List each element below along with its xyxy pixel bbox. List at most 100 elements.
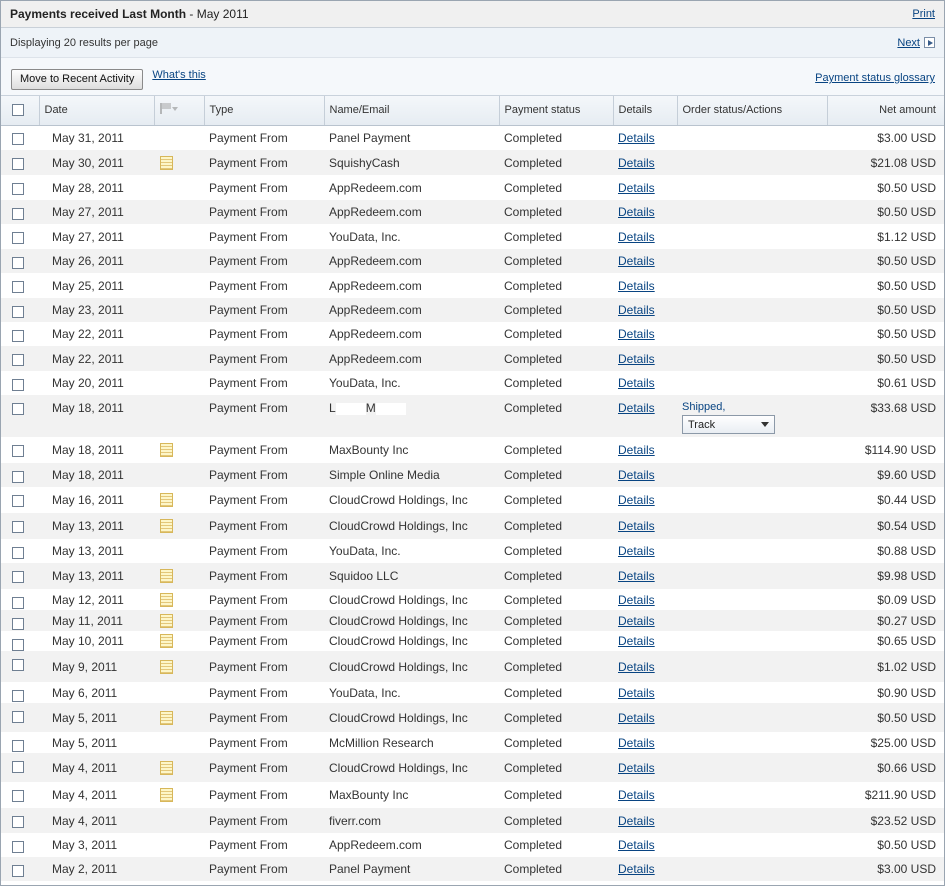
column-header-status[interactable]: Payment status xyxy=(499,96,614,126)
note-icon[interactable] xyxy=(160,519,173,534)
column-header-type[interactable]: Type xyxy=(204,96,325,126)
note-icon[interactable] xyxy=(160,760,173,775)
row-checkbox[interactable] xyxy=(12,840,24,853)
row-checkbox[interactable] xyxy=(12,739,24,752)
row-date: May 27, 2011 xyxy=(52,229,124,244)
note-icon[interactable] xyxy=(160,493,173,508)
row-note xyxy=(154,651,204,682)
row-amount: $33.68 USD xyxy=(870,401,936,415)
column-header-date[interactable]: Date xyxy=(39,96,155,126)
track-dropdown[interactable]: Track xyxy=(682,415,775,434)
row-status: Completed xyxy=(504,710,563,725)
details-link[interactable]: Details xyxy=(618,569,655,583)
row-amount: $3.00 USD xyxy=(877,130,936,145)
details-link[interactable]: Details xyxy=(618,519,655,533)
row-select xyxy=(1,487,39,513)
row-checkbox[interactable] xyxy=(12,133,24,146)
details-link[interactable]: Details xyxy=(618,443,655,457)
details-link[interactable]: Details xyxy=(618,205,655,219)
details-link[interactable]: Details xyxy=(618,838,655,852)
row-note xyxy=(154,589,204,610)
details-link[interactable]: Details xyxy=(618,230,655,244)
row-checkbox[interactable] xyxy=(12,470,24,483)
row-checkbox[interactable] xyxy=(12,231,24,244)
row-checkbox[interactable] xyxy=(12,329,24,342)
details-link[interactable]: Details xyxy=(618,814,655,828)
note-icon[interactable] xyxy=(160,613,173,628)
row-checkbox[interactable] xyxy=(12,689,24,702)
note-icon[interactable] xyxy=(160,659,173,674)
next-link[interactable]: Next xyxy=(897,37,920,49)
row-checkbox[interactable] xyxy=(12,305,24,318)
details-link[interactable]: Details xyxy=(618,711,655,725)
row-name: YouData, Inc. xyxy=(329,229,401,244)
row-checkbox[interactable] xyxy=(12,280,24,293)
payment-status-glossary-link[interactable]: Payment status glossary xyxy=(815,72,935,84)
flag-icon[interactable] xyxy=(159,103,178,115)
details-link[interactable]: Details xyxy=(618,376,655,390)
details-link[interactable]: Details xyxy=(618,254,655,268)
row-checkbox[interactable] xyxy=(12,710,24,723)
row-checkbox[interactable] xyxy=(12,760,24,773)
row-checkbox[interactable] xyxy=(12,157,24,170)
row-type: Payment From xyxy=(209,838,288,852)
note-icon[interactable] xyxy=(160,443,173,458)
row-checkbox[interactable] xyxy=(12,402,24,415)
next-arrow-icon[interactable] xyxy=(924,37,935,48)
details-link[interactable]: Details xyxy=(618,493,655,507)
details-link[interactable]: Details xyxy=(618,593,655,607)
details-link[interactable]: Details xyxy=(618,468,655,482)
move-to-recent-activity-button[interactable]: Move to Recent Activity xyxy=(11,68,144,90)
whats-this-link[interactable]: What's this xyxy=(152,69,205,81)
row-checkbox[interactable] xyxy=(12,789,24,802)
row-checkbox[interactable] xyxy=(12,864,24,877)
note-icon[interactable] xyxy=(160,788,173,803)
row-checkbox[interactable] xyxy=(12,256,24,269)
details-link[interactable]: Details xyxy=(618,352,655,366)
select-all-checkbox[interactable] xyxy=(12,104,24,117)
details-link[interactable]: Details xyxy=(618,614,655,628)
next-page-control[interactable]: Next xyxy=(897,37,935,49)
row-checkbox[interactable] xyxy=(12,494,24,507)
details-link[interactable]: Details xyxy=(618,634,655,648)
row-checkbox[interactable] xyxy=(12,570,24,583)
details-link[interactable]: Details xyxy=(618,736,655,750)
details-link[interactable]: Details xyxy=(618,660,655,674)
print-link[interactable]: Print xyxy=(912,8,935,20)
details-link[interactable]: Details xyxy=(618,788,655,802)
details-link[interactable]: Details xyxy=(618,327,655,341)
row-checkbox[interactable] xyxy=(12,520,24,533)
column-header-flag[interactable] xyxy=(154,96,205,126)
row-order-actions xyxy=(677,437,827,463)
details-link[interactable]: Details xyxy=(618,686,655,700)
row-checkbox[interactable] xyxy=(12,182,24,195)
column-header-amount[interactable]: Net amount xyxy=(827,96,944,126)
row-select xyxy=(1,857,39,881)
details-link[interactable]: Details xyxy=(618,401,655,415)
details-link[interactable]: Details xyxy=(618,156,655,170)
column-header-name[interactable]: Name/Email xyxy=(324,96,500,126)
note-icon[interactable] xyxy=(160,710,173,725)
row-checkbox[interactable] xyxy=(12,378,24,391)
row-checkbox[interactable] xyxy=(12,546,24,559)
row-checkbox[interactable] xyxy=(12,638,24,651)
row-checkbox[interactable] xyxy=(12,353,24,366)
row-status: Completed xyxy=(504,493,563,507)
note-icon[interactable] xyxy=(160,569,173,584)
row-checkbox[interactable] xyxy=(12,815,24,828)
details-link[interactable]: Details xyxy=(618,279,655,293)
details-link[interactable]: Details xyxy=(618,544,655,558)
row-checkbox[interactable] xyxy=(12,444,24,457)
details-link[interactable]: Details xyxy=(618,181,655,195)
note-icon[interactable] xyxy=(160,155,173,170)
note-icon[interactable] xyxy=(160,634,173,649)
details-link[interactable]: Details xyxy=(618,862,655,876)
row-checkbox[interactable] xyxy=(12,596,24,609)
note-icon[interactable] xyxy=(160,592,173,607)
row-checkbox[interactable] xyxy=(12,658,24,671)
details-link[interactable]: Details xyxy=(618,303,655,317)
details-link[interactable]: Details xyxy=(618,761,655,775)
row-checkbox[interactable] xyxy=(12,617,24,630)
row-checkbox[interactable] xyxy=(12,207,24,220)
details-link[interactable]: Details xyxy=(618,131,655,145)
